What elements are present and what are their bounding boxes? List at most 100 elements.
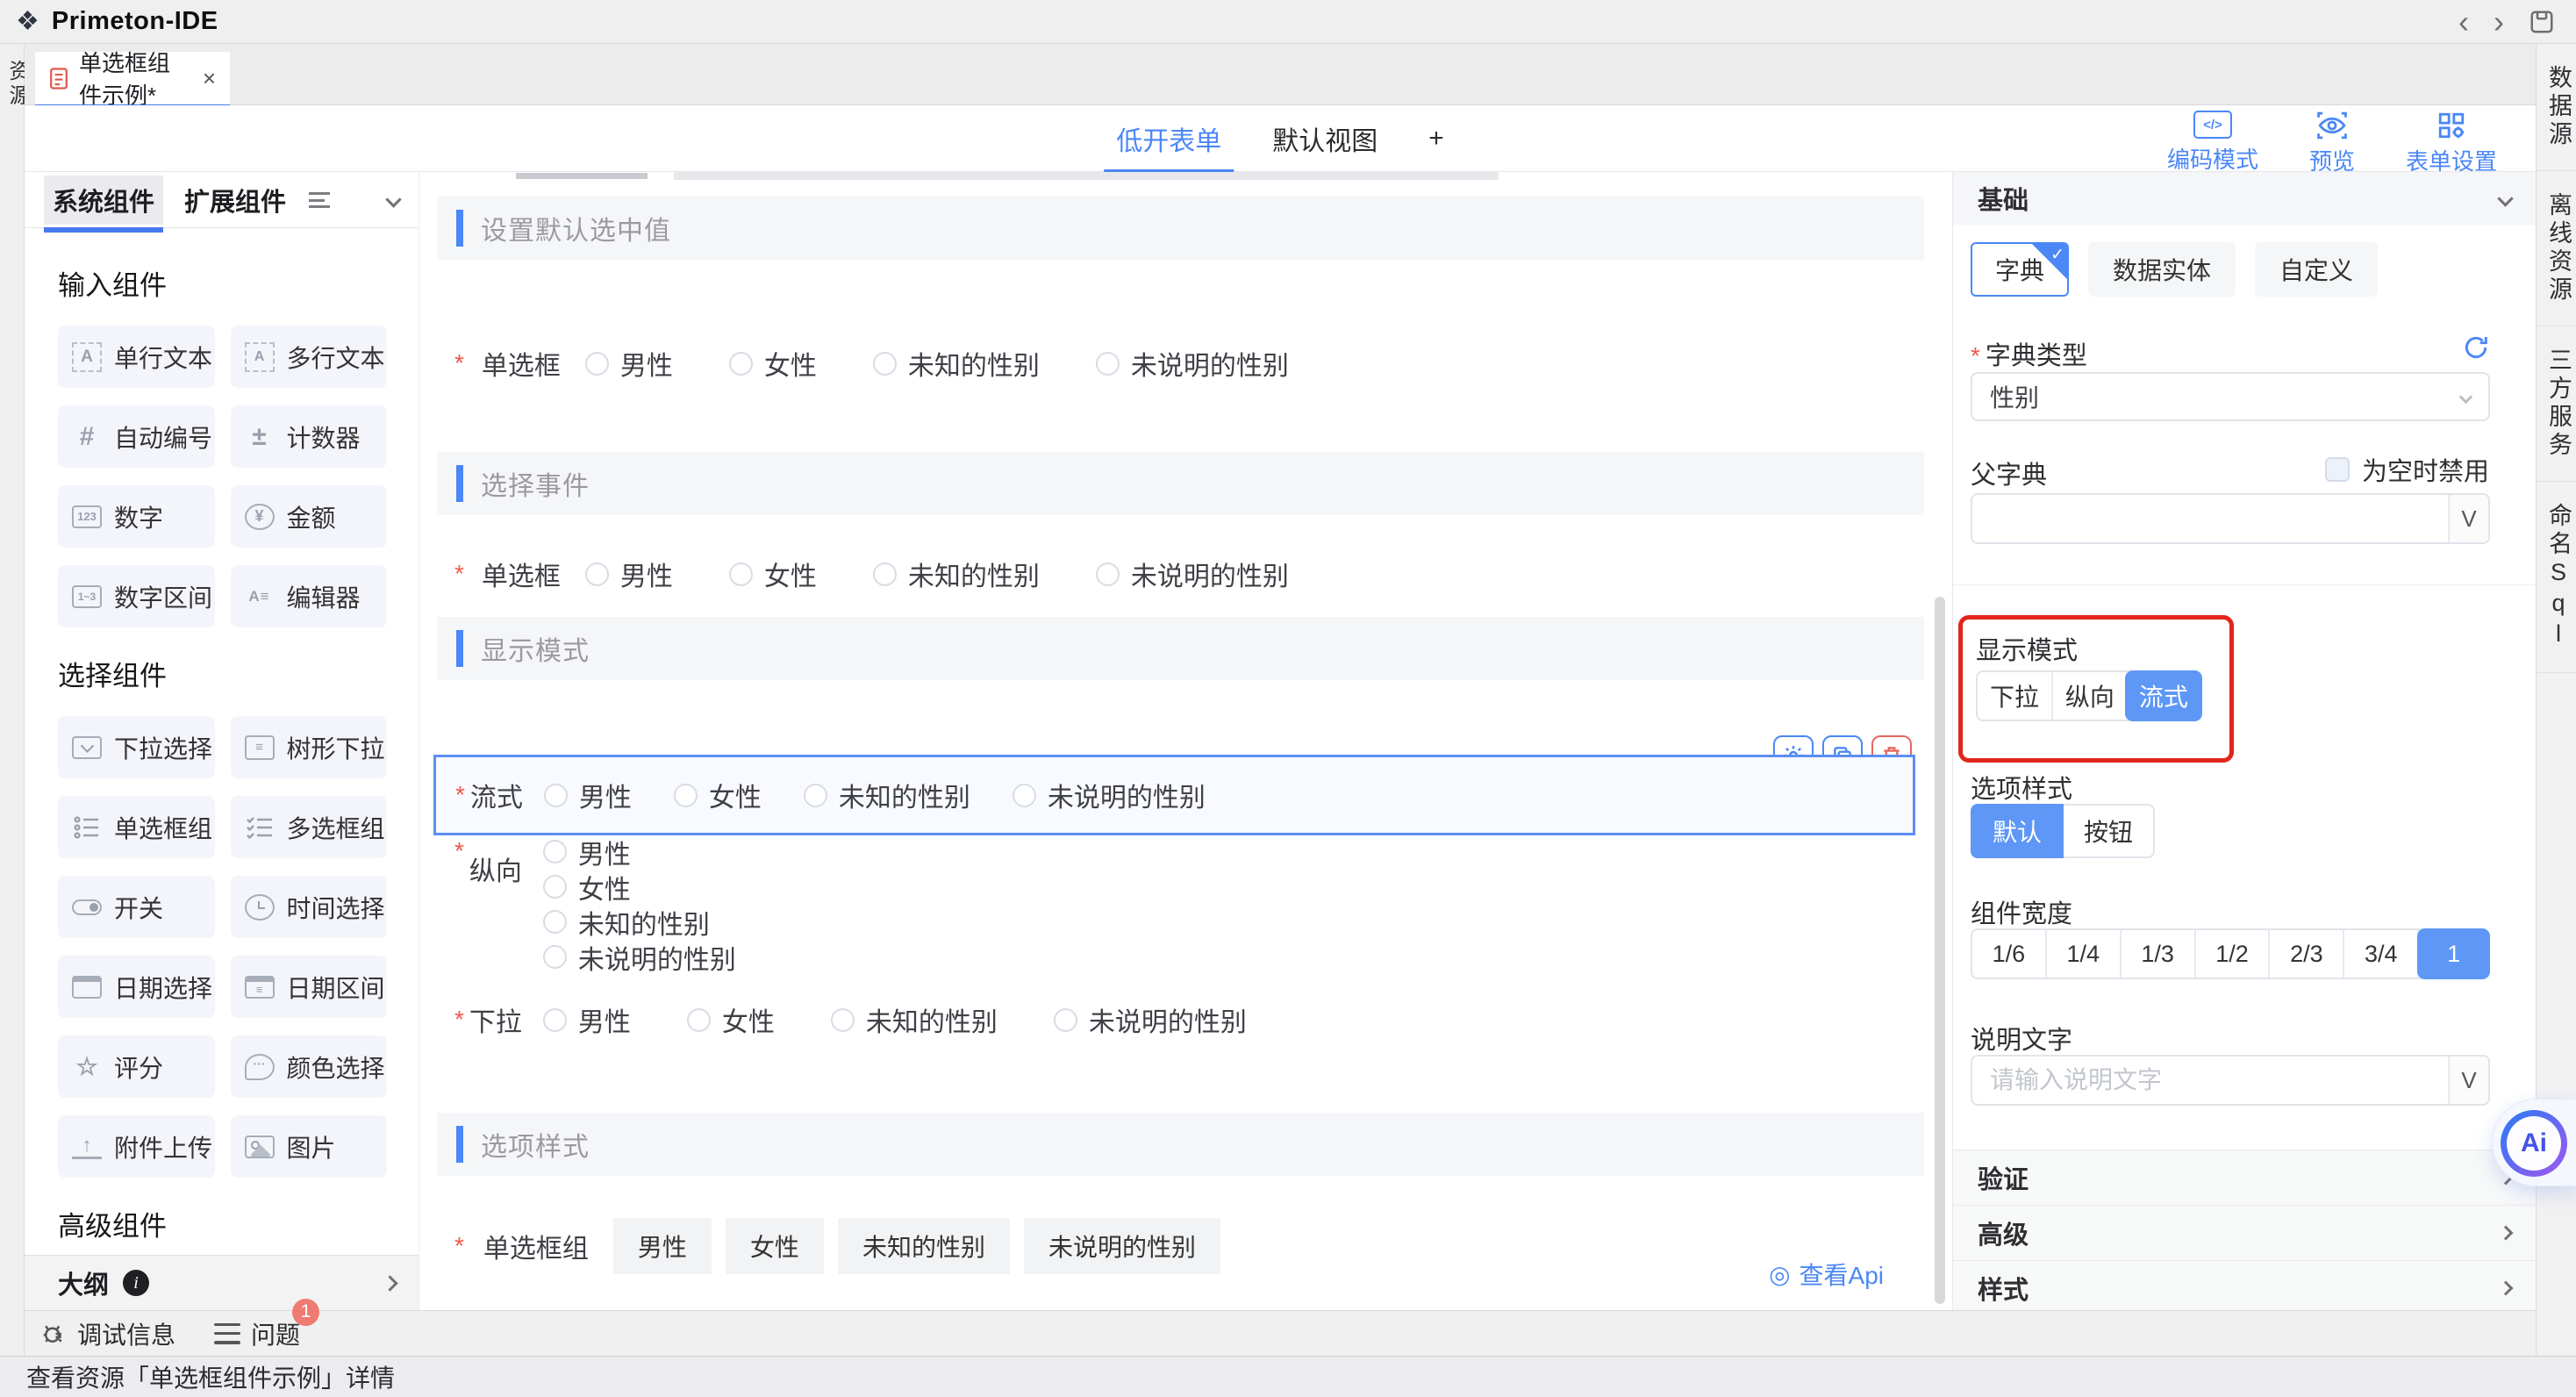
option-button[interactable]: 男性 xyxy=(613,1218,712,1274)
display-mode-vertical[interactable]: 纵向 xyxy=(2051,672,2127,720)
section-validation[interactable]: 验证 xyxy=(1953,1150,2536,1205)
form-canvas[interactable]: 设置默认选中值 * 单选框 男性 女性 未知的性别 未说明的性别 选择事件 * … xyxy=(419,172,1952,1310)
form-row-dropdown[interactable]: * 下拉 男性 女性 未知的性别 未说明的性别 xyxy=(454,997,1303,1042)
display-mode-flow[interactable]: 流式 xyxy=(2125,670,2202,721)
display-mode-dropdown[interactable]: 下拉 xyxy=(1978,672,2051,720)
radio-icon[interactable] xyxy=(585,352,609,376)
inspector-header[interactable]: 基础 xyxy=(1953,172,2536,225)
debug-info-button[interactable]: 调试信息 xyxy=(40,1316,175,1351)
width-2-3[interactable]: 2/3 xyxy=(2270,930,2344,978)
palette-tab-extended[interactable]: 扩展组件 xyxy=(184,182,286,219)
parent-dict-input[interactable]: V xyxy=(1971,493,2490,544)
add-view-button[interactable]: + xyxy=(1428,124,1444,154)
width-1-3[interactable]: 1/3 xyxy=(2122,930,2196,978)
palette-item-radio-group[interactable]: 单选框组 xyxy=(58,796,215,858)
description-input[interactable]: V xyxy=(1971,1055,2490,1106)
option-style-button[interactable]: 按钮 xyxy=(2064,804,2155,858)
code-mode-button[interactable]: </> 编码模式 xyxy=(2167,111,2258,176)
radio-icon[interactable] xyxy=(804,784,827,807)
radio-icon[interactable] xyxy=(1096,352,1120,376)
radio-icon[interactable] xyxy=(543,910,567,934)
ai-assistant-button[interactable]: Ai xyxy=(2492,1099,2576,1186)
option-button[interactable]: 未说明的性别 xyxy=(1024,1218,1220,1274)
section-advanced[interactable]: 高级 xyxy=(1953,1205,2536,1260)
option-button[interactable]: 女性 xyxy=(726,1218,824,1274)
parent-dict-field[interactable] xyxy=(1972,495,2448,542)
radio-icon[interactable] xyxy=(729,352,753,376)
refresh-icon[interactable] xyxy=(2462,333,2490,362)
list-layout-icon[interactable] xyxy=(309,192,330,208)
problems-button[interactable]: 问题 1 xyxy=(214,1316,300,1351)
tab-lowcode-form[interactable]: 低开表单 xyxy=(1116,119,1221,158)
disable-when-empty-checkbox[interactable] xyxy=(2325,457,2350,482)
palette-item-rating[interactable]: 评分 xyxy=(58,1035,215,1098)
palette-item-date-picker[interactable]: 日期选择 xyxy=(58,956,215,1018)
palette-item-money[interactable]: 金额 xyxy=(231,485,388,548)
palette-item-editor[interactable]: 编辑器 xyxy=(231,565,388,627)
width-3-4[interactable]: 3/4 xyxy=(2344,930,2419,978)
source-tab-custom[interactable]: 自定义 xyxy=(2255,242,2378,297)
canvas-scrollbar[interactable] xyxy=(1935,597,1945,1304)
palette-item-switch[interactable]: 开关 xyxy=(58,876,215,938)
radio-icon[interactable] xyxy=(543,840,567,863)
palette-item-counter[interactable]: 计数器 xyxy=(231,405,388,468)
radio-icon[interactable] xyxy=(543,875,567,899)
palette-item-time-picker[interactable]: 时间选择 xyxy=(231,876,388,938)
radio-icon[interactable] xyxy=(1096,562,1120,586)
preview-button[interactable]: 预览 xyxy=(2309,111,2355,176)
radio-icon[interactable] xyxy=(674,784,698,807)
palette-item-tree-select[interactable]: 树形下拉 xyxy=(231,716,388,778)
radio-icon[interactable] xyxy=(729,562,753,586)
width-1-4[interactable]: 1/4 xyxy=(2047,930,2122,978)
radio-icon[interactable] xyxy=(687,1008,711,1032)
close-icon[interactable]: × xyxy=(203,65,216,92)
dict-type-select[interactable]: 性别 xyxy=(1971,372,2490,421)
source-tab-entity[interactable]: 数据实体 xyxy=(2088,242,2236,297)
dock-offline-resources[interactable]: 离线资源 xyxy=(2537,171,2576,326)
variable-binding-button[interactable]: V xyxy=(2448,495,2488,542)
width-1-2[interactable]: 1/2 xyxy=(2196,930,2271,978)
palette-item-color-picker[interactable]: 颜色选择 xyxy=(231,1035,388,1098)
row-radio-event[interactable]: * 单选框 男性 女性 未知的性别 未说明的性别 xyxy=(454,551,1345,597)
option-button[interactable]: 未知的性别 xyxy=(838,1218,1010,1274)
palette-item-select[interactable]: 下拉选择 xyxy=(58,716,215,778)
palette-item-file-upload[interactable]: 附件上传 xyxy=(58,1115,215,1178)
dock-named-sql[interactable]: 命名Sql xyxy=(2537,482,2576,673)
radio-icon[interactable] xyxy=(543,1008,567,1032)
nav-forward-icon[interactable]: › xyxy=(2494,6,2504,38)
row-radio-default[interactable]: * 单选框 男性 女性 未知的性别 未说明的性别 xyxy=(454,340,1345,386)
tab-default-view[interactable]: 默认视图 xyxy=(1272,119,1377,158)
description-field[interactable] xyxy=(1972,1057,2448,1104)
palette-item-number[interactable]: 数字 xyxy=(58,485,215,548)
form-row-button-style[interactable]: * 单选框组 男性 女性 未知的性别 未说明的性别 xyxy=(454,1218,1234,1274)
width-1-6[interactable]: 1/6 xyxy=(1972,930,2047,978)
palette-tab-system[interactable]: 系统组件 xyxy=(44,176,163,225)
palette-item-number-range[interactable]: 数字区间 xyxy=(58,565,215,627)
selected-form-row-flow[interactable]: * 流式 男性 女性 未知的性别 未说明的性别 xyxy=(433,755,1915,835)
palette-item-checkbox-group[interactable]: 多选框组 xyxy=(231,796,388,858)
palette-item-single-text[interactable]: 单行文本 xyxy=(58,326,215,388)
radio-icon[interactable] xyxy=(544,784,568,807)
outline-bar[interactable]: 大纲 i xyxy=(25,1255,419,1310)
palette-item-auto-number[interactable]: 自动编号 xyxy=(58,405,215,468)
editor-tab-active[interactable]: 单选框组件示例* × xyxy=(35,52,230,104)
collapse-palette-icon[interactable] xyxy=(385,191,401,207)
radio-icon[interactable] xyxy=(873,562,897,586)
radio-icon[interactable] xyxy=(585,562,609,586)
dock-datasource[interactable]: 数据源 xyxy=(2537,44,2576,171)
dock-thirdparty-services[interactable]: 三方服务 xyxy=(2537,326,2576,482)
palette-item-multi-text[interactable]: 多行文本 xyxy=(231,326,388,388)
variable-binding-button[interactable]: V xyxy=(2448,1057,2488,1104)
form-settings-button[interactable]: 表单设置 xyxy=(2406,111,2497,176)
palette-item-date-range[interactable]: 日期区间 xyxy=(231,956,388,1018)
radio-icon[interactable] xyxy=(1054,1008,1077,1032)
option-style-default[interactable]: 默认 xyxy=(1971,804,2064,858)
save-icon[interactable] xyxy=(2529,9,2555,35)
form-row-vertical[interactable]: * 纵向 男性 女性 未知的性别 未说明的性别 xyxy=(454,837,736,971)
source-tab-dictionary[interactable]: 字典 ✓ xyxy=(1971,242,2069,297)
radio-icon[interactable] xyxy=(831,1008,855,1032)
radio-icon[interactable] xyxy=(1013,784,1036,807)
radio-icon[interactable] xyxy=(873,352,897,376)
radio-icon[interactable] xyxy=(543,945,567,969)
palette-item-image[interactable]: 图片 xyxy=(231,1115,388,1178)
